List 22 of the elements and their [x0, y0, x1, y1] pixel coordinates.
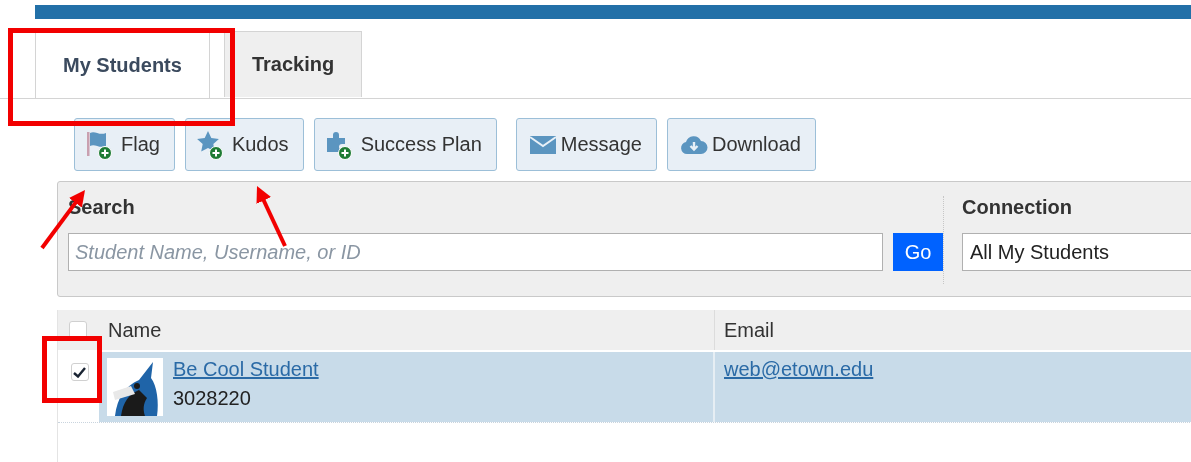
search-field[interactable]: Student Name, Username, or ID	[68, 233, 883, 271]
tab[interactable]: My Students	[35, 31, 210, 98]
toolbar-button[interactable]: Kudos	[184, 118, 304, 171]
toolbar-button[interactable]: Success Plan	[313, 118, 497, 171]
go-button[interactable]: Go	[893, 233, 943, 271]
connection-label: Connection	[962, 196, 1073, 220]
cloud-download-icon	[679, 133, 708, 156]
column-header: Email	[724, 318, 774, 342]
student-id: 3028220	[173, 387, 252, 410]
envelope-icon	[528, 133, 557, 156]
toolbar-button[interactable]: Download	[666, 118, 816, 171]
connection-select[interactable]: All My Students	[962, 233, 1191, 271]
toolbar-button[interactable]: Flag	[74, 118, 175, 171]
toolbar-button[interactable]: Message	[515, 118, 657, 171]
check-icon	[73, 366, 86, 378]
tab[interactable]: Tracking	[223, 31, 363, 97]
arrow	[256, 186, 287, 247]
column-header: Name	[108, 318, 162, 342]
highlight-box	[42, 336, 102, 403]
checkbox[interactable]	[70, 363, 89, 381]
email-link[interactable]: web@etown.edu	[724, 358, 874, 381]
student-name-link[interactable]: Be Cool Student	[173, 358, 319, 381]
